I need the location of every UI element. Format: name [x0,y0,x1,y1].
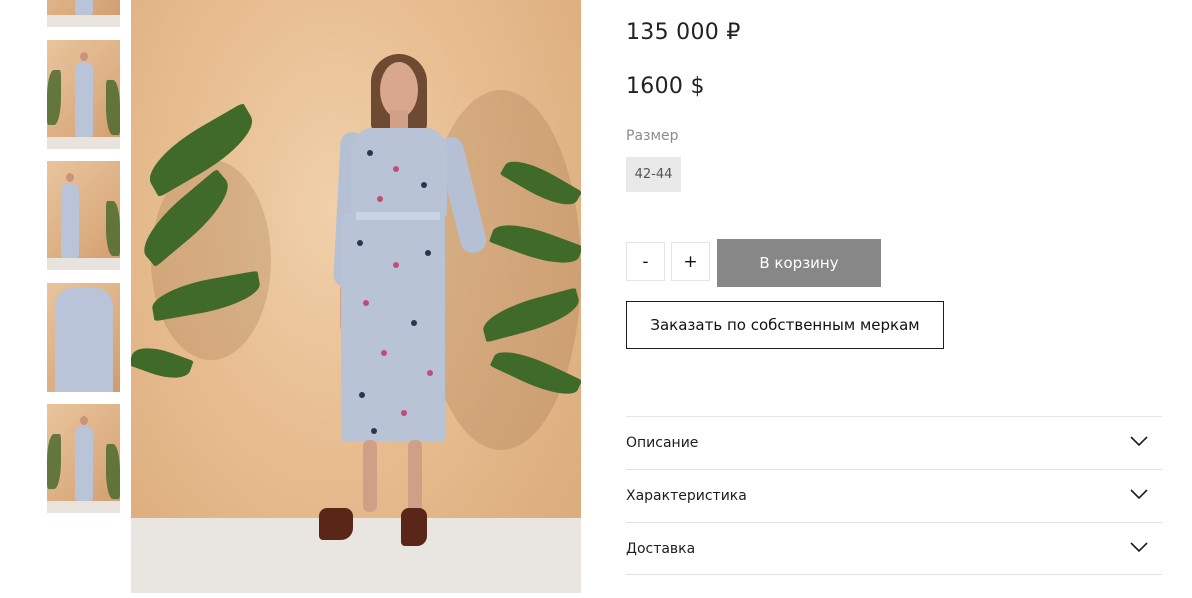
dress-print-dot [363,300,369,306]
accordion-delivery[interactable]: Доставка [626,522,1162,575]
thumb-floor [47,501,120,513]
dress-print-dot [371,428,377,434]
thumb-plant [47,434,61,489]
price-usd: 1600 $ [626,74,705,99]
thumb-floor [47,137,120,149]
thumb-figure [55,288,113,392]
floor [131,518,581,593]
dress-print-dot [377,196,383,202]
dress-print-dot [401,410,407,416]
dress-print-dot [421,182,427,188]
thumbnail-image[interactable] [47,40,120,149]
thumb-plant [106,444,120,499]
dress-belt [356,212,440,220]
size-option-42-44[interactable]: 42-44 [626,157,681,192]
dress-bodice [351,128,447,218]
dress-print-dot [381,350,387,356]
chevron-down-icon [1130,436,1148,447]
dress-print-dot [357,240,363,246]
chevron-down-icon [1130,542,1148,553]
size-label: Размер [626,128,679,144]
thumbnail-image[interactable] [47,0,120,27]
price-rub: 135 000 ₽ [626,20,741,45]
model-shoe [319,508,353,540]
thumb-plant [47,70,61,125]
dress-print-dot [425,250,431,256]
accordion-label: Описание [626,435,699,451]
dress-print-dot [393,262,399,268]
dress-print-dot [393,166,399,172]
dress-print-dot [359,392,365,398]
accordion-label: Доставка [626,540,696,557]
dress-print-dot [427,370,433,376]
dress-print-dot [411,320,417,326]
custom-measurements-button[interactable]: Заказать по собственным меркам [626,301,944,349]
thumb-figure [75,52,93,137]
accordion-label: Характеристика [626,488,747,504]
dress-print-dot [367,150,373,156]
dress-skirt [341,214,445,442]
thumb-plant [106,80,120,135]
thumbnail-image[interactable] [47,404,120,513]
accordion-description[interactable]: Описание [626,416,1162,469]
model-leg [363,440,377,512]
thumb-figure [75,0,93,15]
thumb-plant [106,201,120,256]
quantity-decrease-button[interactable]: - [626,242,665,281]
thumb-floor [47,258,120,270]
chevron-down-icon [1130,489,1148,500]
add-to-cart-button[interactable]: В корзину [717,239,881,287]
quantity-increase-button[interactable]: + [671,242,710,281]
model-leg [408,440,422,512]
thumbnail-image[interactable] [47,283,120,392]
main-product-image[interactable] [131,0,581,593]
thumb-figure [75,416,93,501]
thumb-figure [61,173,79,258]
thumbnail-image[interactable] [47,161,120,270]
model-shoe [401,508,427,546]
thumb-floor [47,15,120,27]
product-details-accordion: Описание Характеристика Доставка [626,416,1162,575]
accordion-characteristics[interactable]: Характеристика [626,469,1162,522]
